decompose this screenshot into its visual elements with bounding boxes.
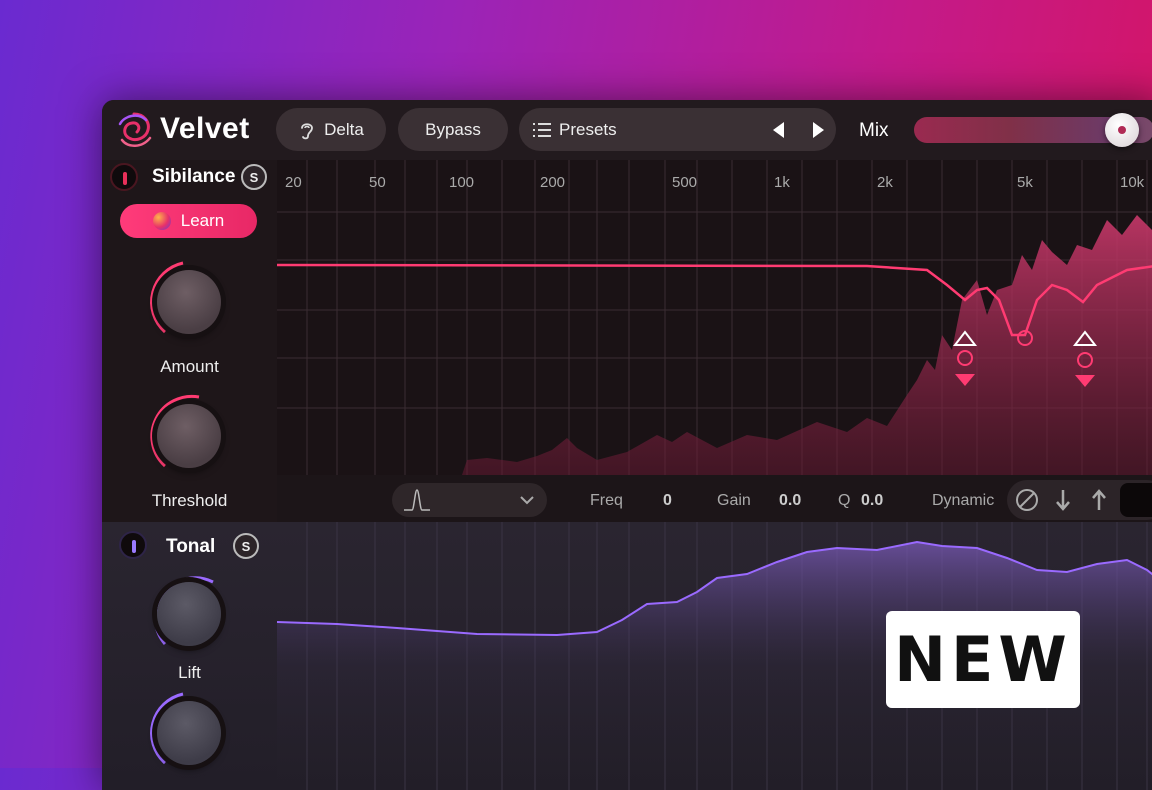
list-icon: [533, 122, 551, 137]
freq-value[interactable]: 0: [663, 492, 672, 510]
q-value[interactable]: 0.0: [861, 492, 883, 510]
amount-label: Amount: [160, 357, 219, 376]
freq-tick-label: 10k: [1120, 174, 1145, 191]
prev-preset-icon[interactable]: [773, 122, 785, 138]
tonal-second-knob[interactable]: [143, 687, 235, 779]
tonal-solo-button[interactable]: S: [233, 533, 259, 559]
band-controls: I S Freq 0 Gain 0.0 Q 0.0 Dynamic: [277, 475, 1152, 522]
mix-label: Mix: [859, 120, 889, 141]
threshold-label: Threshold: [151, 491, 228, 510]
freq-tick-label: 20: [285, 174, 302, 191]
new-badge: NEW: [886, 611, 1080, 708]
sibilance-panel: Sibilance S Learn Amount Threshold: [102, 160, 277, 522]
sibilance-power-button[interactable]: [110, 163, 138, 191]
next-preset-icon[interactable]: [812, 122, 824, 138]
freq-tick-label: 5k: [1017, 174, 1033, 191]
freq-tick-label: 50: [369, 174, 386, 191]
gain-value[interactable]: 0.0: [779, 492, 801, 510]
learn-label: Learn: [180, 211, 225, 230]
velvet-logo-icon: [118, 112, 152, 147]
q-label: Q: [838, 492, 851, 509]
amount-knob[interactable]: [143, 256, 235, 348]
tonal-title: Tonal: [166, 536, 216, 557]
delta-label: Delta: [324, 119, 364, 139]
freq-tick-label: 2k: [877, 174, 893, 191]
dynamic-label: Dynamic: [932, 492, 995, 509]
bell-shape-icon: [404, 489, 430, 511]
gain-label: Gain: [717, 492, 751, 509]
spectrum-svg: [277, 160, 1152, 475]
threshold-knob[interactable]: [143, 390, 235, 482]
freq-label: Freq: [590, 492, 623, 509]
learn-button[interactable]: Learn: [120, 204, 257, 238]
lift-knob[interactable]: [143, 568, 235, 660]
off-circle-icon[interactable]: [1015, 488, 1039, 512]
tonal-power-button[interactable]: [119, 531, 147, 559]
dynamic-display: [1120, 483, 1152, 517]
bypass-button[interactable]: Bypass: [398, 108, 508, 151]
chevron-down-icon: [520, 496, 534, 505]
dynamic-mode-group: [1007, 480, 1152, 520]
sibilance-solo-button[interactable]: S: [241, 164, 267, 190]
delta-button[interactable]: Delta: [276, 108, 386, 151]
top-bar: Velvet Delta Bypass Presets Mix: [102, 100, 1152, 160]
freq-tick-label: 1k: [774, 174, 790, 191]
presets-selector[interactable]: Presets: [519, 108, 836, 151]
sibilance-title: Sibilance: [152, 166, 236, 187]
filter-shape-select[interactable]: [392, 483, 547, 517]
learn-icon: [152, 212, 171, 230]
lift-label: Lift: [178, 663, 201, 682]
freq-tick-label: 500: [672, 174, 698, 191]
presets-label: Presets: [559, 119, 617, 139]
freq-tick-label: 200: [540, 174, 566, 191]
ear-icon: [301, 122, 314, 139]
arrow-down-icon[interactable]: [1055, 489, 1071, 511]
bypass-label: Bypass: [425, 119, 481, 139]
app-title: Velvet: [160, 112, 250, 145]
arrow-up-icon[interactable]: [1091, 489, 1107, 511]
mix-slider-handle[interactable]: [1105, 113, 1139, 147]
freq-tick-label: 100: [449, 174, 475, 191]
sibilance-spectrum[interactable]: 20 50 100 200 500 1k 2k 5k 10k: [277, 160, 1152, 475]
